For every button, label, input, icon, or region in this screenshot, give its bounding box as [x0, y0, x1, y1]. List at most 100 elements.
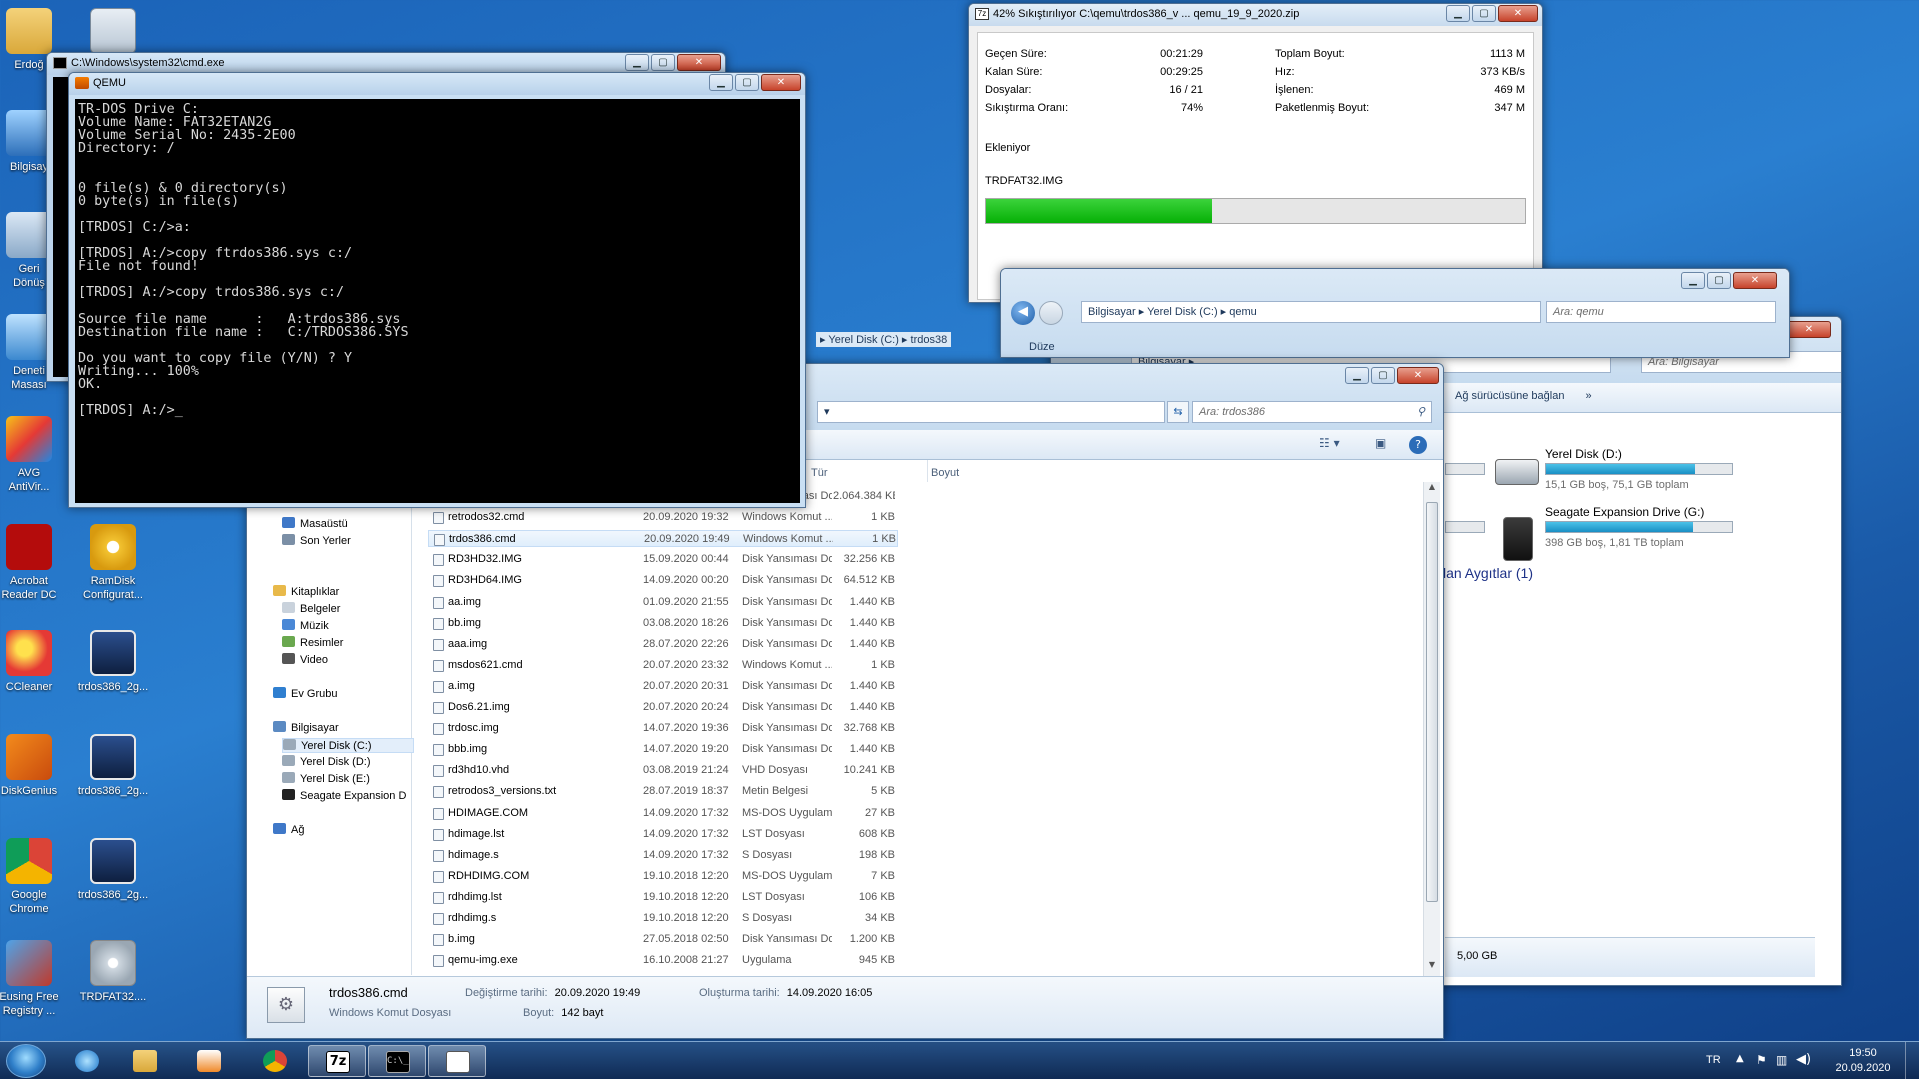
nav-item[interactable]: Son Yerler — [282, 534, 351, 547]
qemu-organize-button[interactable]: Düze — [1029, 341, 1055, 353]
nav-item[interactable]: Seagate Expansion D — [282, 789, 406, 802]
taskbar-media-player[interactable] — [180, 1045, 238, 1077]
file-row[interactable]: qemu-img.exe 16.10.2008 21:27 Uygulama 945 … — [428, 952, 898, 969]
file-row[interactable]: Dos6.21.img 20.07.2020 20:24 Disk Yansımas… — [428, 699, 898, 716]
preview-pane-button[interactable]: ▣ — [1375, 436, 1393, 454]
trdos-address-bar[interactable]: ▾ — [817, 401, 1165, 423]
file-row[interactable]: rdhdimg.s 19.10.2018 12:20 S Dosyası 34 KB — [428, 910, 898, 927]
devices-section-header[interactable]: lan Aygıtlar (1) — [1443, 565, 1533, 581]
zip-maximize-button[interactable]: ▢ — [1472, 5, 1496, 22]
qemu-minimize-button[interactable]: ▁ — [709, 74, 733, 91]
view-options-button[interactable]: ☷ ▾ — [1319, 436, 1359, 454]
nav-item[interactable]: Yerel Disk (E:) — [282, 772, 370, 785]
zip-close-button[interactable]: ✕ — [1498, 5, 1538, 22]
scroll-up-arrow[interactable]: ▲ — [1424, 482, 1440, 498]
file-list-scrollbar[interactable]: ▲ ▼ — [1423, 482, 1440, 976]
nav-item[interactable]: Yerel Disk (D:) — [282, 755, 371, 768]
zip-minimize-button[interactable]: ▁ — [1446, 5, 1470, 22]
desktop-icon[interactable]: Google Chrome — [0, 838, 68, 916]
desktop-icon[interactable]: TRDFAT32.... — [74, 940, 152, 1004]
trdos-close-button[interactable]: ✕ — [1397, 367, 1439, 384]
start-button[interactable] — [6, 1044, 46, 1078]
column-header-type[interactable]: Tür — [811, 467, 828, 479]
file-row[interactable]: aa.img 01.09.2020 21:55 Disk Yansıması Do.… — [428, 594, 898, 611]
qemu-folder-maximize-button[interactable]: ▢ — [1707, 272, 1731, 289]
nav-item[interactable]: Video — [282, 653, 328, 666]
nav-item[interactable]: Yerel Disk (C:) — [282, 738, 414, 753]
desktop-icon[interactable]: trdos386_2g... — [74, 838, 152, 902]
maximize-button[interactable]: ▢ — [651, 54, 675, 71]
qemu-folder-close-button[interactable]: ✕ — [1733, 272, 1777, 289]
help-icon[interactable]: ? — [1409, 436, 1427, 454]
file-row[interactable]: rd3hd10.vhd 03.08.2019 21:24 VHD Dosyası 10… — [428, 762, 898, 779]
nav-item[interactable]: Masaüstü — [282, 517, 348, 530]
nav-item[interactable]: Kitaplıklar — [273, 585, 339, 598]
desktop-icon[interactable] — [74, 8, 152, 58]
language-indicator[interactable]: TR — [1706, 1054, 1721, 1066]
minimize-button[interactable]: ▁ — [625, 54, 649, 71]
tray-chevron-icon[interactable]: ▲ — [1736, 1053, 1744, 1064]
taskbar-internet-explorer[interactable] — [58, 1045, 116, 1077]
file-row[interactable]: rdhdimg.lst 19.10.2018 12:20 LST Dosyası 10… — [428, 889, 898, 906]
trdos-minimize-button[interactable]: ▁ — [1345, 367, 1369, 384]
drive-name[interactable]: Seagate Expansion Drive (G:) — [1545, 505, 1704, 519]
file-row[interactable]: RD3HD64.IMG 14.09.2020 00:20 Disk Yansımas… — [428, 572, 898, 589]
nav-item[interactable]: Resimler — [282, 636, 343, 649]
file-row[interactable]: hdimage.s 14.09.2020 17:32 S Dosyası 198 KB — [428, 847, 898, 864]
desktop-icon[interactable]: AVG AntiVir... — [0, 416, 68, 494]
taskbar-chrome[interactable] — [246, 1045, 304, 1077]
desktop-icon[interactable]: Acrobat Reader DC — [0, 524, 68, 602]
file-row[interactable]: hdimage.lst 14.09.2020 17:32 LST Dosyası 60… — [428, 826, 898, 843]
forward-button[interactable] — [1039, 301, 1063, 325]
taskbar-7zip[interactable]: 7z — [308, 1045, 366, 1077]
nav-item[interactable]: Ev Grubu — [273, 687, 337, 700]
desktop-icon[interactable]: trdos386_2g... — [74, 734, 152, 798]
hard-drive-icon[interactable] — [1495, 459, 1539, 485]
refresh-button[interactable]: ⇆ — [1167, 401, 1189, 423]
close-button[interactable]: ✕ — [677, 54, 721, 71]
trdos-maximize-button[interactable]: ▢ — [1371, 367, 1395, 384]
file-row[interactable]: retrodos32.cmd 20.09.2020 19:32 Windows Ko… — [428, 509, 898, 526]
file-row[interactable]: trdosc.img 14.07.2020 19:36 Disk Yansıması… — [428, 720, 898, 737]
file-row[interactable]: trdos386.cmd 20.09.2020 19:49 Windows Komu… — [428, 530, 898, 548]
nav-item[interactable]: Müzik — [282, 619, 329, 632]
trdos-search-input[interactable]: Ara: trdos386 ⚲ — [1192, 401, 1432, 423]
qemu-address-bar[interactable]: Bilgisayar ▸ Yerel Disk (C:) ▸ qemu — [1081, 301, 1541, 323]
drive-name[interactable]: Yerel Disk (D:) — [1545, 447, 1622, 461]
more-chevron-icon[interactable]: » — [1586, 390, 1592, 402]
map-network-drive-button[interactable]: Ağ sürücüsüne bağlan » — [1455, 390, 1592, 402]
nav-item[interactable]: Ağ — [273, 823, 304, 836]
file-row[interactable]: b.img 27.05.2018 02:50 Disk Yansıması Do..… — [428, 931, 898, 948]
taskbar-qemu[interactable] — [428, 1045, 486, 1077]
scroll-down-arrow[interactable]: ▼ — [1424, 960, 1440, 976]
network-icon[interactable]: ▥ — [1776, 1053, 1787, 1067]
file-row[interactable]: HDIMAGE.COM 14.09.2020 17:32 MS-DOS Uygula… — [428, 805, 898, 822]
taskbar-cmd[interactable]: C:\_ — [368, 1045, 426, 1077]
file-row[interactable]: bb.img 03.08.2020 18:26 Disk Yansıması Do.… — [428, 615, 898, 632]
qemu-close-button[interactable]: ✕ — [761, 74, 801, 91]
taskbar-file-explorer[interactable] — [116, 1045, 174, 1077]
external-drive-icon[interactable] — [1503, 517, 1533, 561]
qemu-console[interactable]: TR-DOS Drive C: Volume Name: FAT32ETAN2G… — [75, 99, 800, 503]
file-row[interactable]: bbb.img 14.07.2020 19:20 Disk Yansıması Do… — [428, 741, 898, 758]
volume-icon[interactable]: ◀) — [1796, 1052, 1811, 1067]
desktop-icon[interactable]: trdos386_2g... — [74, 630, 152, 694]
desktop-icon[interactable]: Eusing Free Registry ... — [0, 940, 68, 1018]
zip-titlebar[interactable]: 7z 42% Sıkıştırılıyor C:\qemu\trdos386_v… — [969, 4, 1542, 26]
action-center-flag-icon[interactable]: ⚑ — [1756, 1053, 1767, 1067]
file-row[interactable]: aaa.img 28.07.2020 22:26 Disk Yansıması Do… — [428, 636, 898, 653]
nav-item[interactable]: Belgeler — [282, 602, 340, 615]
clock[interactable]: 19:50 20.09.2020 — [1828, 1046, 1898, 1076]
desktop-icon[interactable]: RamDisk Configurat... — [74, 524, 152, 602]
back-button[interactable]: ◀ — [1011, 301, 1035, 325]
column-header-size[interactable]: Boyut — [931, 467, 959, 479]
file-row[interactable]: a.img 20.07.2020 20:31 Disk Yansıması Do..… — [428, 678, 898, 695]
desktop-icon[interactable]: DiskGenius — [0, 734, 68, 798]
file-row[interactable]: retrodos3_versions.txt 28.07.2019 18:37 Me… — [428, 783, 898, 800]
computer-close-button[interactable]: ✕ — [1787, 321, 1831, 338]
scrollbar-thumb[interactable] — [1426, 502, 1438, 902]
qemu-search-input[interactable]: Ara: qemu — [1546, 301, 1776, 323]
qemu-folder-minimize-button[interactable]: ▁ — [1681, 272, 1705, 289]
nav-item[interactable]: Bilgisayar — [273, 721, 339, 734]
show-desktop-button[interactable] — [1905, 1042, 1919, 1079]
